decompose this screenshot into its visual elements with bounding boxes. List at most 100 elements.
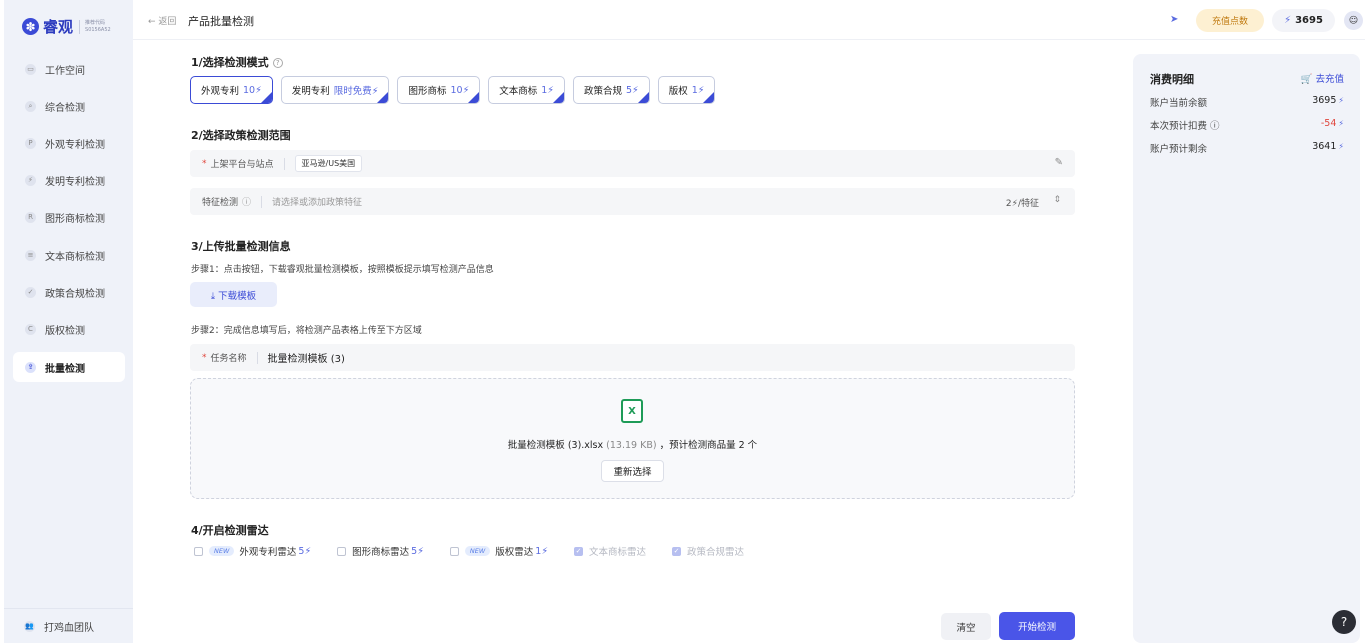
sidebar-item-2[interactable]: P 外观专利检测 <box>13 128 125 158</box>
task-name-field[interactable]: * 任务名称 批量检测模板 (3) <box>190 344 1075 371</box>
required-mark: * <box>202 158 207 169</box>
cost-row-2: 账户预计剩余 3641 ⚡ <box>1150 141 1344 155</box>
checkbox[interactable] <box>449 546 459 556</box>
cost-value: -54 <box>1320 118 1337 129</box>
feature-label: 特征检测 <box>202 198 239 208</box>
reselect-button[interactable]: 重新选择 <box>601 460 664 482</box>
sidebar-item-1[interactable]: ⌕ 综合检测 <box>13 91 125 121</box>
radar-option-0[interactable]: NEW 外观专利雷达 5⚡ <box>194 544 311 558</box>
checkbox[interactable] <box>194 546 203 556</box>
brand-name: 睿观 <box>43 18 74 36</box>
radar-options: NEW 外观专利雷达 5⚡ 图形商标雷达 5⚡ NEW 版权雷达 1⚡ ✓ 文本商标雷达 ✓ 政策合规… <box>194 544 770 558</box>
mode-label: 外观专利 <box>201 86 240 97</box>
sidebar-item-4[interactable]: R 图形商标检测 <box>13 202 125 232</box>
sidebar-item-label: 图形商标检测 <box>45 213 105 225</box>
mode-chip-0[interactable]: 外观专利 10⚡ <box>190 76 273 104</box>
radar-cost: 5⚡ <box>298 545 312 557</box>
points-value: 3695 <box>1295 15 1323 26</box>
help-float-button[interactable]: ? <box>1332 610 1356 634</box>
cost-title: 消费明细 <box>1150 73 1194 86</box>
clear-button[interactable]: 清空 <box>941 613 991 640</box>
top-bar: ← 返回 产品批量检测 ➤ 充值点数 ⚡ 3695 ☺ <box>133 0 1365 40</box>
radar-option-2[interactable]: NEW 版权雷达 1⚡ <box>449 544 549 558</box>
batch-upload-icon: ⇪ <box>25 361 36 373</box>
task-name-input[interactable]: 批量检测模板 (3) <box>268 350 345 365</box>
sidebar-item-label: 工作空间 <box>45 65 85 77</box>
excel-file-icon: X <box>621 399 643 423</box>
cost-row-1: 本次预计扣费 ⓘ -54 ⚡ <box>1150 118 1344 132</box>
image-trademark-icon: R <box>25 211 36 223</box>
radar-option-1[interactable]: 图形商标雷达 5⚡ <box>337 544 424 558</box>
corner-check-icon <box>552 92 564 103</box>
go-recharge-link[interactable]: 🛒 去充值 <box>1301 71 1344 85</box>
radar-option-4: ✓ 政策合规雷达 <box>672 544 744 558</box>
sidebar-item-label: 外观专利检测 <box>45 139 105 151</box>
file-name: 批量检测模板 (3).xlsx <box>507 440 604 451</box>
file-size: (13.19 KB) <box>606 440 657 451</box>
mode-chip-1[interactable]: 发明专利 限时免费⚡ <box>280 76 390 104</box>
sidebar-item-0[interactable]: ▭ 工作空间 <box>13 54 125 84</box>
platform-field[interactable]: * 上架平台与站点 亚马逊/US美国 ✎ <box>190 150 1075 177</box>
back-link[interactable]: ← 返回 <box>148 14 176 27</box>
mode-label: 图形商标 <box>408 86 447 97</box>
new-badge: NEW <box>464 546 491 556</box>
help-icon[interactable]: ? <box>272 58 283 68</box>
mode-selector: 外观专利 10⚡ 发明专利 限时免费⚡ 图形商标 10⚡ 文本商标 1⚡ 政策合规 5⚡ 版权 1⚡ <box>190 76 723 104</box>
sidebar-item-label: 批量检测 <box>45 363 85 375</box>
sidebar-item-3[interactable]: ⚡ 发明专利检测 <box>13 165 125 195</box>
mode-chip-3[interactable]: 文本商标 1⚡ <box>488 76 565 104</box>
sidebar-footer-team[interactable]: 👥 打鸡血团队 <box>4 608 133 643</box>
design-patent-icon: P <box>25 137 36 149</box>
file-count: ，预计检测商品量 2 个 <box>659 440 758 451</box>
sidebar-item-label: 版权检测 <box>45 325 85 337</box>
sidebar-item-label: 综合检测 <box>45 102 85 114</box>
radar-cost: 5⚡ <box>411 545 424 557</box>
section-mode-title: 1/选择检测模式? <box>191 54 283 70</box>
feature-field[interactable]: 特征检测 ⓘ 请选择或添加政策特征 2⚡/特征 ⇕ <box>190 188 1075 215</box>
corner-check-icon <box>703 92 715 103</box>
bolt-icon: ⚡ <box>1284 15 1292 26</box>
team-icon: 👥 <box>24 620 35 632</box>
search-icon: ⌕ <box>25 100 36 112</box>
info-icon[interactable]: ⓘ <box>242 195 251 208</box>
radar-cost: 1⚡ <box>535 545 549 557</box>
corner-check-icon <box>377 92 389 103</box>
updown-icon[interactable]: ⇕ <box>1053 195 1061 205</box>
sidebar-item-7[interactable]: C 版权检测 <box>13 314 125 344</box>
cost-row-0: 账户当前余额 3695 ⚡ <box>1150 95 1344 109</box>
recharge-points-button[interactable]: 充值点数 <box>1196 9 1264 32</box>
radar-label: 外观专利雷达 <box>239 547 297 558</box>
avatar[interactable]: ☺ <box>1344 11 1363 30</box>
workspace-icon: ▭ <box>25 63 36 75</box>
mode-label: 版权 <box>668 86 688 97</box>
mode-label: 文本商标 <box>499 86 538 97</box>
mode-chip-4[interactable]: 政策合规 5⚡ <box>572 76 650 104</box>
download-template-button[interactable]: ⤓ 下载模板 <box>190 282 277 307</box>
platform-label: 上架平台与站点 <box>210 160 274 170</box>
upload-dropzone[interactable]: X 批量检测模板 (3).xlsx (13.19 KB) ，预计检测商品量 2 … <box>190 378 1075 499</box>
required-mark: * <box>202 352 207 363</box>
copyright-icon: C <box>25 323 36 335</box>
mode-label: 发明专利 <box>291 86 330 97</box>
sidebar-item-8[interactable]: ⇪ 批量检测 <box>13 352 125 382</box>
bolt-icon: ⚡ <box>1338 119 1344 128</box>
task-label: 任务名称 <box>210 354 247 364</box>
feature-select[interactable]: 请选择或添加政策特征 <box>272 195 362 208</box>
platform-tag[interactable]: 亚马逊/US美国 <box>294 155 363 172</box>
step1-text: 步骤1：点击按钮，下载睿观批量检测模板，按照模板提示填写检测产品信息 <box>191 265 494 275</box>
bolt-icon: ⚡ <box>1338 96 1344 105</box>
brand-logo-icon: ✽ <box>22 18 39 35</box>
points-balance[interactable]: ⚡ 3695 <box>1272 9 1335 32</box>
mode-chip-5[interactable]: 版权 1⚡ <box>657 76 716 104</box>
sidebar-item-6[interactable]: ✓ 政策合规检测 <box>13 277 125 307</box>
edit-icon[interactable]: ✎ <box>1055 157 1063 168</box>
brand[interactable]: ✽ 睿观 推荐代码 S0156A52 <box>22 16 111 37</box>
sidebar-item-5[interactable]: ≡ 文本商标检测 <box>13 240 125 270</box>
checkbox: ✓ <box>672 546 682 556</box>
corner-check-icon <box>260 92 272 103</box>
mode-chip-2[interactable]: 图形商标 10⚡ <box>397 76 481 104</box>
send-icon[interactable]: ➤ <box>1170 14 1178 25</box>
checkbox[interactable] <box>337 546 347 556</box>
section-policy-title: 2/选择政策检测范围 <box>191 129 291 142</box>
start-detection-button[interactable]: 开始检测 <box>999 612 1075 640</box>
